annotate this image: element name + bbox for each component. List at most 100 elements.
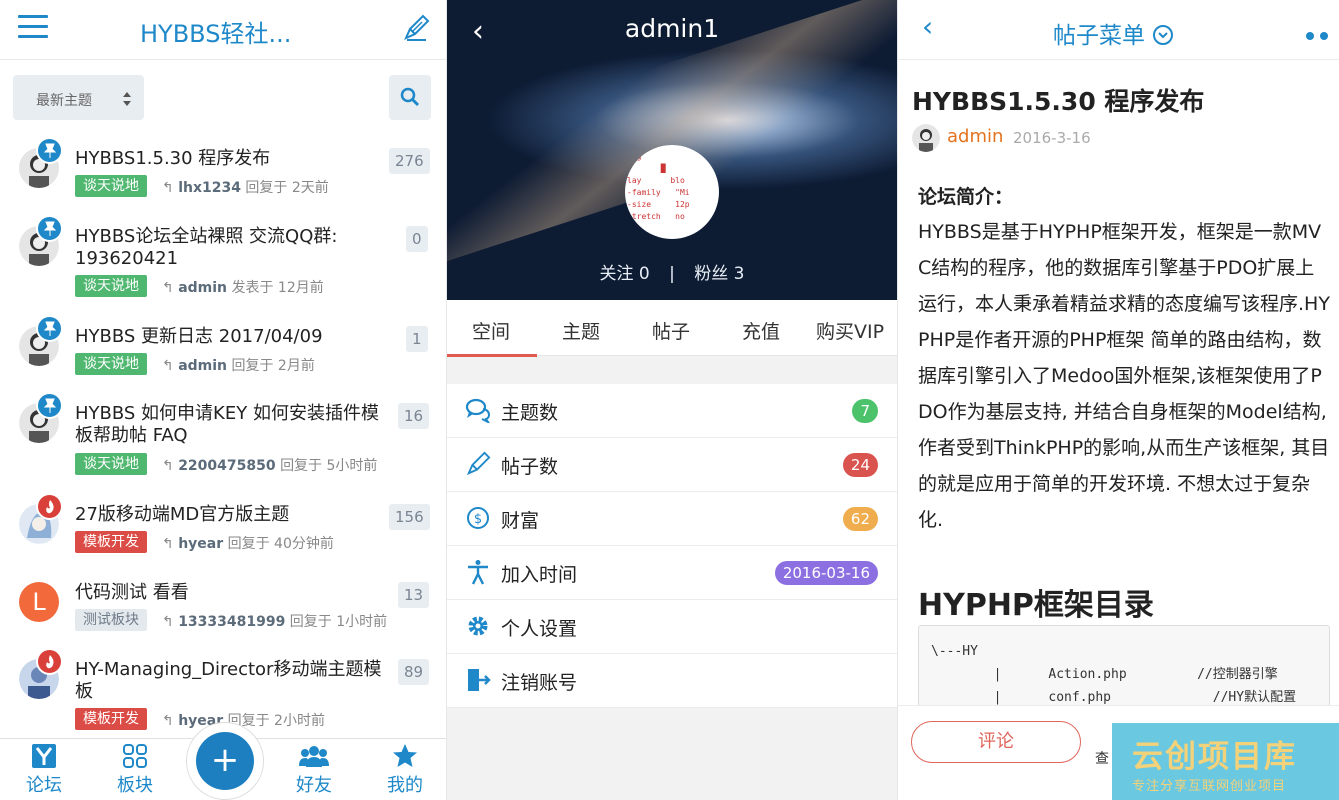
thread-title[interactable]: HY-Managing_Director移动端主题模板 — [75, 659, 387, 703]
more-dots-icon[interactable] — [1300, 25, 1328, 44]
gear-icon — [468, 616, 488, 636]
thread-action: 发表于 12月前 — [231, 280, 324, 296]
nav-forum[interactable]: 论坛 — [14, 743, 74, 797]
tab-posts[interactable]: 帖子 — [652, 317, 690, 344]
back-arrow-icon[interactable]: ‹ — [922, 10, 933, 43]
profile-stat-list: 主题数 7 帖子数 24 $ 财富 62 加入时间 2016-03-16 个人设… — [447, 384, 897, 708]
sort-arrows-icon — [123, 92, 131, 106]
stat-label: 财富 — [501, 510, 540, 532]
nav-boards-label: 板块 — [117, 775, 153, 796]
sort-dropdown[interactable]: 最新主题 — [13, 75, 144, 120]
profile-tabs: 空间 主题 帖子 充值 购买VIP — [447, 300, 897, 356]
reply-arrow-icon: ↰ — [162, 713, 174, 729]
fans-count[interactable]: 粉丝 3 — [694, 264, 744, 284]
thread-action: 回复于 40分钟前 — [227, 536, 334, 552]
thread-user[interactable]: admin — [178, 280, 227, 296]
thread-board-tag[interactable]: 模板开发 — [75, 708, 147, 730]
thread-title[interactable]: HYBBS1.5.30 程序发布 — [75, 148, 390, 170]
stat-badge: 2016-03-16 — [774, 561, 878, 585]
post-title: HYBBS1.5.30 程序发布 — [912, 87, 1205, 116]
thread-meta: ↰ admin 回复于 2月前 — [162, 355, 315, 375]
nav-mine[interactable]: 我的 — [375, 743, 435, 797]
stat-badge: 7 — [852, 399, 878, 423]
watermark-overlay: 云创项目库 专注分享互联网创业项目 — [1112, 723, 1339, 800]
watermark-subtitle: 专注分享互联网创业项目 — [1132, 779, 1287, 794]
stats-separator: | — [669, 264, 675, 284]
thread-user[interactable]: lhx1234 — [178, 180, 241, 196]
stat-row-settings[interactable]: 个人设置 — [447, 600, 897, 654]
thread-board-tag[interactable]: 模板开发 — [75, 531, 147, 553]
post-body: HYBBS是基于HYPHP框架开发，框架是一款MVC结构的程序，他的数据库引擎基… — [918, 221, 1330, 531]
thread-item[interactable]: L 代码测试 看看 测试板块 ↰ 13333481999 回复于 1小时前 13 — [0, 574, 446, 634]
code-block: \---HY | Action.php //控制器引擎 | conf.php /… — [918, 625, 1330, 715]
compose-pen-icon[interactable] — [402, 14, 430, 46]
letter-avatar: L — [19, 582, 59, 622]
thread-item[interactable]: 27版移动端MD官方版主题 模板开发 ↰ hyear 回复于 40分钟前 156 — [0, 493, 446, 556]
reply-arrow-icon: ↰ — [162, 536, 174, 552]
author-avatar[interactable] — [912, 124, 940, 152]
chat-bubbles-icon — [465, 398, 491, 423]
author-name[interactable]: admin — [947, 126, 1003, 147]
search-button[interactable] — [389, 75, 431, 120]
thread-action: 回复于 1小时前 — [289, 614, 388, 630]
stat-row-posts[interactable]: 帖子数 24 — [447, 438, 897, 492]
thread-item[interactable]: HYBBS 更新日志 2017/04/09 谈天说地 ↰ admin 回复于 2… — [0, 315, 446, 378]
thread-board-tag[interactable]: 谈天说地 — [75, 275, 147, 297]
hot-flame-icon — [36, 648, 63, 675]
thread-meta: ↰ lhx1234 回复于 2天前 — [162, 177, 329, 197]
profile-avatar[interactable]: ing █ lay blo -family "Mi -size 12p stre… — [625, 145, 719, 239]
thread-title[interactable]: HYBBS论坛全站裸照 交流QQ群: 193620421 — [75, 226, 393, 270]
thread-user[interactable]: admin — [178, 358, 227, 374]
chevron-down-circle-icon — [1153, 25, 1174, 45]
thread-board-tag[interactable]: 测试板块 — [75, 609, 147, 631]
tab-buy-vip[interactable]: 购买VIP — [816, 317, 884, 344]
svg-text:$: $ — [474, 512, 482, 527]
thread-item[interactable]: HYBBS论坛全站裸照 交流QQ群: 193620421 谈天说地 ↰ admi… — [0, 215, 446, 298]
logout-icon — [468, 669, 491, 691]
post-date: 2016-3-16 — [1013, 129, 1091, 147]
stat-row-topics[interactable]: 主题数 7 — [447, 384, 897, 438]
reply-count: 156 — [389, 504, 430, 530]
thread-user[interactable]: 2200475850 — [178, 458, 275, 474]
new-post-fab[interactable]: + — [186, 722, 264, 800]
view-label[interactable]: 查 — [1095, 748, 1109, 768]
thread-meta: ↰ hyear 回复于 40分钟前 — [162, 533, 334, 553]
nav-forum-label: 论坛 — [26, 775, 62, 796]
post-menu-dropdown[interactable]: 帖子菜单 — [1053, 16, 1174, 50]
thread-item[interactable]: HY-Managing_Director移动端主题模板 模板开发 ↰ hyear… — [0, 648, 446, 731]
comment-button[interactable]: 评论 — [911, 721, 1081, 763]
thread-user[interactable]: hyear — [178, 536, 223, 552]
stat-row-wealth[interactable]: $ 财富 62 — [447, 492, 897, 546]
follow-stats: 关注 0 | 粉丝 3 — [447, 259, 897, 284]
thread-title[interactable]: 27版移动端MD官方版主题 — [75, 504, 390, 526]
hamburger-menu-icon[interactable] — [18, 15, 48, 41]
thread-board-tag[interactable]: 谈天说地 — [75, 453, 147, 475]
thread-item[interactable]: HYBBS 如何申请KEY 如何安装插件模板帮助帖 FAQ 谈天说地 ↰ 220… — [0, 392, 446, 475]
app-header: HYBBS轻社... — [0, 0, 446, 60]
directory-heading: HYPHP框架目录 — [918, 588, 1154, 623]
sort-dropdown-value: 最新主题 — [36, 93, 92, 109]
stat-row-join-date[interactable]: 加入时间 2016-03-16 — [447, 546, 897, 600]
avatar-code-snippet: ing █ lay blo -family "Mi -size 12p stre… — [627, 152, 690, 233]
post-menu-title: 帖子菜单 — [1053, 23, 1145, 49]
following-count[interactable]: 关注 0 — [599, 264, 649, 284]
thread-board-tag[interactable]: 谈天说地 — [75, 353, 147, 375]
thread-board-tag[interactable]: 谈天说地 — [75, 175, 147, 197]
reply-arrow-icon: ↰ — [162, 614, 174, 630]
thread-meta: ↰ 2200475850 回复于 5小时前 — [162, 455, 377, 475]
stat-badge: 24 — [842, 453, 878, 477]
stat-row-logout[interactable]: 注销账号 — [447, 654, 897, 708]
thread-user[interactable]: 13333481999 — [178, 614, 285, 630]
thread-item[interactable]: HYBBS1.5.30 程序发布 谈天说地 ↰ lhx1234 回复于 2天前 … — [0, 137, 446, 200]
thread-title[interactable]: HYBBS 如何申请KEY 如何安装插件模板帮助帖 FAQ — [75, 403, 385, 447]
tab-topics[interactable]: 主题 — [562, 317, 600, 344]
reply-arrow-icon: ↰ — [162, 180, 174, 196]
nav-friends[interactable]: 好友 — [284, 743, 344, 797]
hot-flame-icon — [36, 493, 63, 520]
tab-space[interactable]: 空间 — [472, 317, 510, 344]
thread-title[interactable]: 代码测试 看看 — [75, 582, 390, 604]
tab-recharge[interactable]: 充值 — [742, 317, 780, 344]
reply-count: 276 — [389, 148, 430, 174]
thread-title[interactable]: HYBBS 更新日志 2017/04/09 — [75, 326, 390, 348]
nav-boards[interactable]: 板块 — [105, 743, 165, 797]
